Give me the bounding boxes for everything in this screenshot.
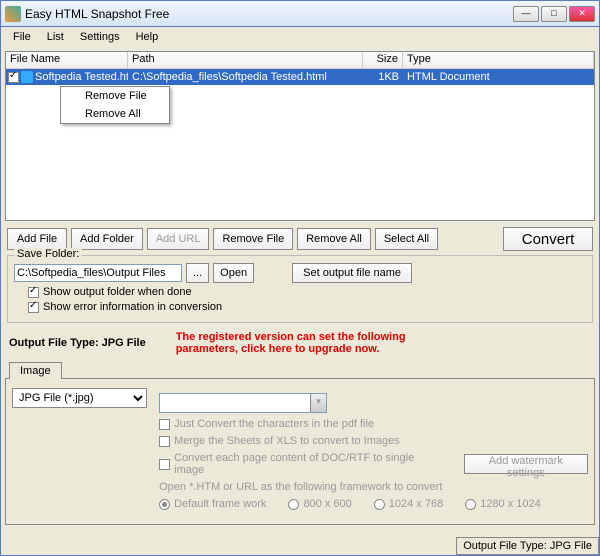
col-path[interactable]: Path <box>128 52 363 68</box>
save-folder-label: Save Folder: <box>14 248 82 260</box>
show-folder-label: Show output folder when done <box>43 286 192 298</box>
file-icon <box>21 71 33 83</box>
col-type[interactable]: Type <box>403 52 594 68</box>
opt2-label: Merge the Sheets of XLS to convert to Im… <box>174 435 400 447</box>
show-error-checkbox[interactable] <box>28 302 39 313</box>
opt1-checkbox[interactable] <box>159 419 170 430</box>
radio-800-label: 800 x 600 <box>303 498 351 510</box>
menubar: File List Settings Help <box>1 27 599 47</box>
show-error-label: Show error information in conversion <box>43 301 222 313</box>
select-all-button[interactable]: Select All <box>375 228 438 250</box>
close-button[interactable]: ✕ <box>569 6 595 22</box>
add-url-button[interactable]: Add URL <box>147 228 210 250</box>
menu-list[interactable]: List <box>39 29 72 45</box>
remove-file-button[interactable]: Remove File <box>213 228 293 250</box>
radio-default[interactable] <box>159 499 170 510</box>
convert-button[interactable]: Convert <box>503 227 593 251</box>
minimize-button[interactable]: — <box>513 6 539 22</box>
save-folder-group: Save Folder: ... Open Set output file na… <box>7 255 593 323</box>
cell-path: C:\Softpedia_files\Softpedia Tested.html <box>128 71 363 83</box>
opt3-label: Convert each page content of DOC/RTF to … <box>174 452 436 476</box>
window-title: Easy HTML Snapshot Free <box>25 7 513 21</box>
ctx-remove-file[interactable]: Remove File <box>61 87 169 105</box>
output-file-type-label: Output File Type: JPG File <box>9 337 146 349</box>
radio-1024-label: 1024 x 768 <box>389 498 443 510</box>
file-filter-select[interactable]: JPG File (*.jpg) <box>12 388 147 408</box>
upgrade-link[interactable]: The registered version can set the follo… <box>176 331 466 355</box>
chevron-down-icon: ▼ <box>310 394 326 412</box>
radio-default-label: Default frame work <box>174 498 266 510</box>
framework-note: Open *.HTM or URL as the following frame… <box>159 481 442 493</box>
file-list[interactable]: File Name Path Size Type Softpedia Teste… <box>5 51 595 221</box>
status-bar: Output File Type: JPG File <box>456 537 599 555</box>
remove-all-button[interactable]: Remove All <box>297 228 371 250</box>
context-menu: Remove File Remove All <box>60 86 170 124</box>
menu-settings[interactable]: Settings <box>72 29 128 45</box>
open-button[interactable]: Open <box>213 263 254 283</box>
app-icon <box>5 6 21 22</box>
show-folder-checkbox[interactable] <box>28 287 39 298</box>
row-checkbox[interactable] <box>8 72 19 83</box>
cell-name: Softpedia Tested.html <box>35 71 128 83</box>
titlebar: Easy HTML Snapshot Free — □ ✕ <box>1 1 599 27</box>
set-output-name-button[interactable]: Set output file name <box>292 263 412 283</box>
maximize-button[interactable]: □ <box>541 6 567 22</box>
opt1-label: Just Convert the characters in the pdf f… <box>174 418 374 430</box>
table-row[interactable]: Softpedia Tested.html C:\Softpedia_files… <box>6 69 594 85</box>
cell-type: HTML Document <box>403 71 594 83</box>
ctx-remove-all[interactable]: Remove All <box>61 105 169 123</box>
add-folder-button[interactable]: Add Folder <box>71 228 143 250</box>
menu-file[interactable]: File <box>5 29 39 45</box>
tab-body: JPG File (*.jpg) ▼ Just Convert the char… <box>5 378 595 525</box>
browse-button[interactable]: ... <box>186 263 209 283</box>
col-filename[interactable]: File Name <box>6 52 128 68</box>
tab-image[interactable]: Image <box>9 362 62 379</box>
cell-size: 1KB <box>363 71 403 83</box>
radio-1024[interactable] <box>374 499 385 510</box>
combo-select[interactable]: ▼ <box>159 393 327 413</box>
radio-1280-label: 1280 x 1024 <box>480 498 541 510</box>
radio-800[interactable] <box>288 499 299 510</box>
watermark-button[interactable]: Add watermark settings <box>464 454 588 474</box>
opt2-checkbox[interactable] <box>159 436 170 447</box>
save-path-input[interactable] <box>14 264 182 282</box>
col-size[interactable]: Size <box>363 52 403 68</box>
radio-1280[interactable] <box>465 499 476 510</box>
menu-help[interactable]: Help <box>128 29 167 45</box>
add-file-button[interactable]: Add File <box>7 228 67 250</box>
opt3-checkbox[interactable] <box>159 459 170 470</box>
